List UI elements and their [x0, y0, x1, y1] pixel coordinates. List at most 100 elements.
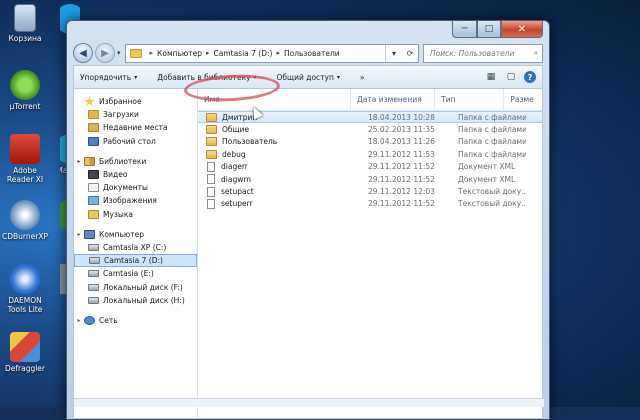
nav-network[interactable]: ▸ Сеть — [74, 314, 197, 327]
file-row[interactable]: setuperr 29.11.2012 11:52 Текстовый доку… — [198, 198, 542, 210]
nav-drive-c[interactable]: Camtasia XP (C:) — [74, 241, 197, 254]
folder-icon — [206, 137, 217, 147]
more-icon: » — [359, 72, 365, 82]
nav-desktop[interactable]: Рабочий стол — [74, 135, 197, 148]
column-header-date[interactable]: Дата изменения — [351, 89, 436, 110]
breadcrumb-computer[interactable]: Компьютер — [157, 49, 202, 58]
expand-icon[interactable]: ▸ — [74, 317, 84, 324]
command-bar: Упорядочить ▾ Добавить в библиотеку ▾ Об… — [73, 65, 543, 89]
desktop-icon-cdburnerxp[interactable]: CDBurnerXP — [0, 200, 50, 241]
file-row[interactable]: Дмитрий 18.04.2013 10:28 Папка с файлами — [198, 111, 542, 124]
forward-arrow-icon: ▶ — [101, 47, 109, 59]
breadcrumb-separator[interactable]: ▸ — [206, 49, 210, 57]
preview-pane-icon[interactable]: ▢ — [504, 71, 518, 83]
file-type: Текстовый доку... — [458, 199, 526, 209]
search-placeholder: Поиск: Пользователи — [430, 48, 515, 58]
share-menu[interactable]: Общий доступ ▾ — [277, 73, 340, 82]
nav-pictures[interactable]: Изображения — [74, 194, 197, 207]
file-icon — [207, 198, 215, 209]
search-input[interactable]: Поиск: Пользователи ⌕ — [423, 43, 543, 63]
nav-drive-h[interactable]: Локальный диск (H:) — [74, 294, 197, 307]
file-name: diagwrn — [221, 174, 252, 184]
nav-drive-d[interactable]: Camtasia 7 (D:) — [74, 254, 197, 268]
desktop-icon-adobe-reader[interactable]: Adobe Reader XI — [0, 134, 50, 184]
nav-libraries[interactable]: ▸ Библиотеки — [74, 155, 197, 168]
column-header-size[interactable]: Разме — [504, 89, 542, 110]
minimize-button[interactable]: ─ — [452, 21, 477, 38]
desktop-icon-defraggler[interactable]: Defraggler — [0, 332, 50, 373]
maximize-button[interactable]: □ — [477, 21, 501, 38]
file-row[interactable]: diagwrn 29.11.2012 11:52 Документ XML — [198, 173, 542, 185]
file-row[interactable]: debug 29.11.2012 11:53 Папка с файлами — [198, 148, 542, 160]
view-controls: ▦ ▢ ? — [484, 71, 536, 83]
views-icon[interactable]: ▦ — [484, 71, 498, 83]
back-button[interactable]: ◀ — [73, 43, 93, 63]
nav-drive-e[interactable]: Camtasia (E:) — [74, 267, 197, 280]
content-area: Избранное Загрузки Недавние места Рабочи… — [73, 89, 543, 419]
breadcrumb-separator[interactable]: ▸ — [276, 49, 280, 57]
file-type: Папка с файлами — [458, 137, 526, 147]
close-button[interactable]: ✕ — [501, 21, 543, 38]
breadcrumb-drive[interactable]: Camtasia 7 (D:) — [214, 49, 273, 58]
file-date: 29.11.2012 11:53 — [368, 149, 435, 159]
window-controls: ─ □ ✕ — [452, 21, 543, 38]
file-date: 29.11.2012 11:52 — [368, 174, 435, 184]
nav-favorites[interactable]: Избранное — [74, 95, 197, 108]
file-date: 18.04.2013 11:26 — [368, 137, 435, 147]
search-icon[interactable]: ⌕ — [534, 48, 538, 58]
file-date: 29.11.2012 11:52 — [368, 162, 435, 172]
file-icon — [207, 174, 215, 185]
forward-button[interactable]: ▶ — [95, 43, 115, 63]
folder-icon — [206, 149, 217, 159]
nav-recent-places[interactable]: Недавние места — [74, 121, 197, 134]
nav-documents[interactable]: Документы — [74, 181, 197, 194]
desktop-icon-label: μTorrent — [9, 102, 41, 111]
close-icon: ✕ — [517, 23, 527, 35]
file-date: 29.11.2012 12:03 — [368, 187, 435, 197]
file-name: Общие — [222, 125, 250, 135]
column-header-type[interactable]: Тип — [435, 89, 505, 110]
nav-music[interactable]: Музыка — [74, 208, 197, 221]
desktop-icon — [88, 136, 99, 146]
pictures-icon — [88, 196, 99, 206]
organize-label: Упорядочить — [80, 72, 132, 82]
nav-drive-f[interactable]: Локальный диск (F:) — [74, 280, 197, 293]
breadcrumb-separator[interactable]: ▸ — [150, 49, 154, 57]
file-type: Папка с файлами — [458, 125, 526, 135]
file-name: Пользователь — [222, 137, 278, 147]
folder-icon — [206, 125, 217, 135]
nav-downloads[interactable]: Загрузки — [74, 108, 197, 121]
drive-icon — [88, 283, 99, 291]
nav-video[interactable]: Видео — [74, 168, 197, 181]
desktop-icon-label: Корзина — [8, 34, 42, 43]
file-row[interactable]: Пользователь 18.04.2013 11:26 Папка с фа… — [198, 136, 542, 148]
file-row[interactable]: setupact 29.11.2012 12:03 Текстовый доку… — [198, 185, 542, 197]
help-icon[interactable]: ? — [524, 71, 536, 83]
drive-icon — [89, 257, 100, 265]
address-dropdown-icon[interactable]: ▾ — [386, 49, 402, 58]
expand-icon[interactable]: ▸ — [74, 231, 84, 238]
desktop-icon-recycle-bin[interactable]: Корзина — [0, 4, 50, 43]
file-icon — [207, 161, 215, 172]
file-row[interactable]: Общие 25.02.2013 11:35 Папка с файлами — [198, 123, 542, 135]
details-pane — [74, 398, 544, 407]
refresh-icon[interactable]: ⟳ — [402, 49, 418, 58]
breadcrumb-users[interactable]: Пользователи — [284, 49, 340, 58]
nav-label: Музыка — [103, 209, 133, 219]
video-icon — [88, 170, 99, 180]
more-commands-button[interactable]: » — [360, 73, 365, 82]
star-icon — [84, 96, 95, 107]
nav-label: Библиотеки — [99, 156, 147, 166]
network-icon — [84, 315, 95, 325]
expand-icon[interactable]: ▸ — [74, 158, 84, 165]
file-row[interactable]: diagerr 29.11.2012 11:52 Документ XML — [198, 161, 542, 173]
nav-label: Недавние места — [103, 123, 168, 133]
desktop-icon-daemon-tools[interactable]: DAEMON Tools Lite — [0, 264, 50, 314]
organize-menu[interactable]: Упорядочить ▾ — [80, 73, 137, 82]
recent-pages-dropdown[interactable]: ▾ — [117, 49, 121, 57]
desktop-icon-utorrent[interactable]: μTorrent — [0, 70, 50, 111]
utorrent-icon — [10, 70, 40, 100]
desktop-icon-label: Adobe Reader XI — [6, 166, 44, 184]
nav-computer[interactable]: ▸ Компьютер — [74, 228, 197, 241]
address-bar[interactable]: ▸ Компьютер ▸ Camtasia 7 (D:) ▸ Пользова… — [124, 43, 419, 63]
